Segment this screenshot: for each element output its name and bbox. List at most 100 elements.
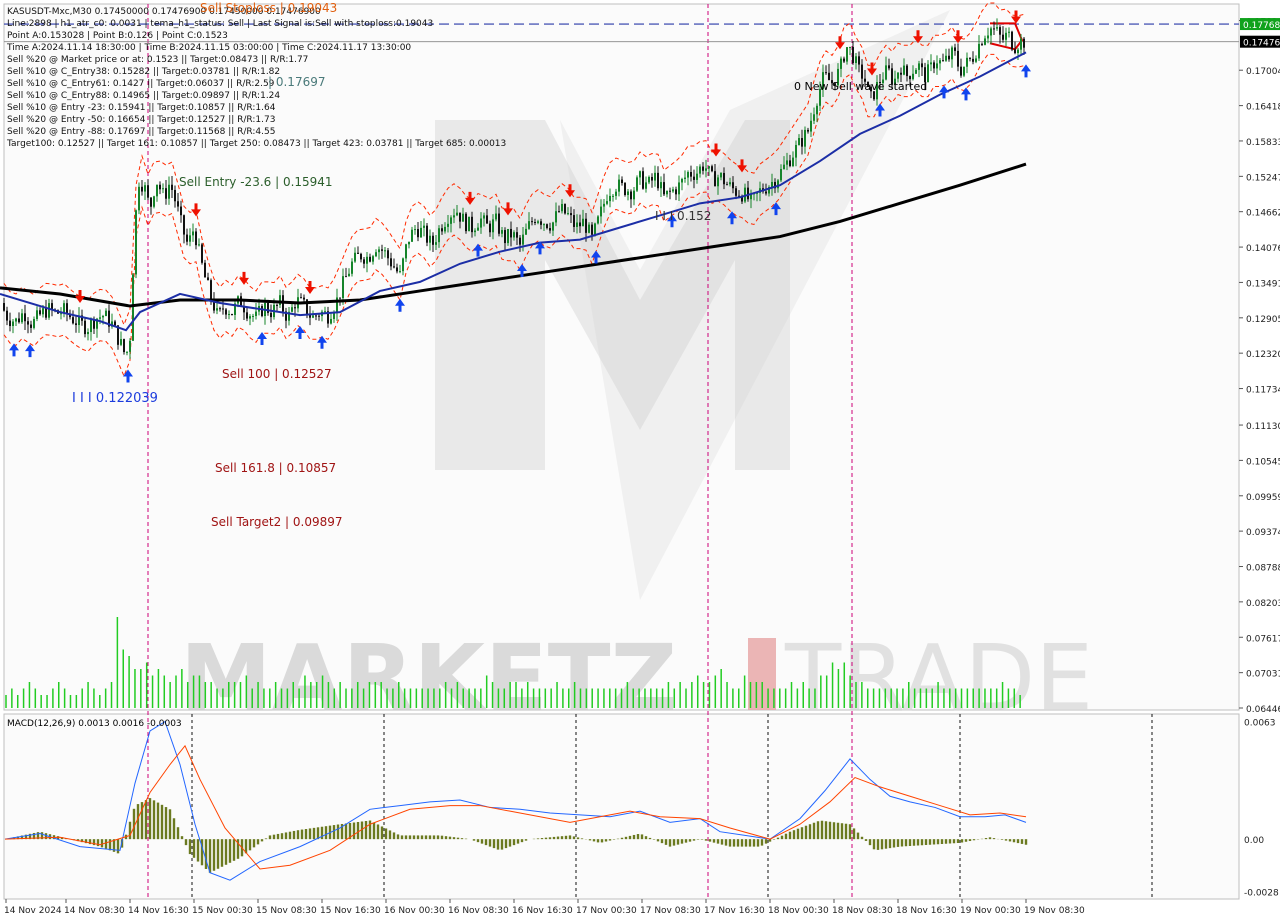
- candle-body: [453, 215, 455, 218]
- candle-body: [204, 262, 206, 278]
- header-line: Sell %20 @ Entry -50: 0.16654 || Target:…: [7, 115, 275, 125]
- header-line: Line:2898 | h1_atr_c0: 0.0031 | tema_h1_…: [7, 19, 433, 29]
- candle-body: [420, 227, 422, 238]
- candle-body: [789, 160, 791, 167]
- candle-body: [333, 313, 335, 319]
- macd-title: MACD(12,26,9) 0.0013 0.0016 -0.0003: [7, 719, 182, 729]
- candle-body: [732, 182, 734, 189]
- candle-body: [855, 56, 857, 64]
- header-line: Point A:0.153028 | Point B:0.126 | Point…: [7, 31, 228, 41]
- candle-body: [318, 315, 320, 317]
- macd-pane[interactable]: [3, 713, 1240, 900]
- candle-body: [381, 249, 383, 251]
- candle-body: [72, 317, 74, 324]
- price-axis[interactable]: 0.178260.170040.164180.158330.152470.146…: [1239, 0, 1280, 715]
- candle-body: [681, 178, 683, 183]
- candle-body: [981, 43, 983, 45]
- candle-body: [678, 182, 680, 195]
- candle-body: [18, 318, 20, 323]
- price-tick-label: 0.12320: [1246, 350, 1280, 360]
- candle-body: [918, 63, 920, 70]
- candle-body: [771, 181, 773, 188]
- candle-body: [810, 120, 812, 132]
- candle-body: [618, 179, 620, 192]
- candle-body: [528, 221, 530, 229]
- candle-body: [357, 252, 359, 254]
- candle-body: [384, 250, 386, 252]
- candle-body: [1005, 32, 1007, 40]
- candle-body: [477, 227, 479, 231]
- header-line: Sell %10 @ C_Entry61: 0.1427 || Target:0…: [7, 79, 275, 89]
- candle-body: [435, 242, 437, 245]
- chart-canvas[interactable]: MARKETZ TRADE 0.0063 0.00 -0.0028 MACD(12,2…: [0, 0, 1280, 920]
- candle-body: [621, 179, 623, 184]
- candle-body: [954, 47, 956, 51]
- header-line: Sell %10 @ C_Entry88: 0.14965 || Target:…: [7, 91, 280, 101]
- candle-body: [795, 144, 797, 158]
- candle-body: [684, 177, 686, 179]
- candle-body: [549, 228, 551, 231]
- candle-body: [102, 316, 104, 318]
- candle-body: [567, 213, 569, 215]
- candle-body: [261, 306, 263, 317]
- candle-body: [663, 182, 665, 195]
- candle-body: [840, 58, 842, 69]
- candle-body: [993, 28, 995, 30]
- candle-body: [45, 308, 47, 318]
- candle-body: [516, 232, 518, 238]
- candle-body: [1014, 49, 1016, 54]
- candle-body: [951, 47, 953, 60]
- candle-body: [597, 216, 599, 224]
- candle-body: [324, 311, 326, 313]
- candle-body: [687, 172, 689, 178]
- candle-body: [471, 216, 473, 233]
- candle-body: [201, 244, 203, 263]
- candle-body: [486, 215, 488, 224]
- time-tick-label: 19 Nov 08:30: [1024, 906, 1085, 916]
- candle-body: [963, 66, 965, 76]
- price-tick-label: 0.14662: [1246, 209, 1280, 219]
- time-tick-label: 17 Nov 16:30: [704, 906, 765, 916]
- candle-body: [84, 320, 86, 335]
- candle-body: [927, 64, 929, 83]
- candle-body: [552, 222, 554, 231]
- time-tick-label: 18 Nov 08:30: [832, 906, 893, 916]
- candle-body: [543, 224, 545, 226]
- candle-body: [906, 65, 908, 77]
- price-tick-label: 0.10545: [1246, 457, 1280, 467]
- trading-chart[interactable]: MARKETZ TRADE 0.0063 0.00 -0.0028 MACD(12,2…: [0, 0, 1280, 920]
- candle-body: [519, 237, 521, 245]
- candle-body: [945, 55, 947, 61]
- candle-body: [474, 230, 476, 233]
- macd-tick-label: 0.0063: [1244, 719, 1276, 729]
- watermark-text-left: MARKETZ: [180, 625, 677, 732]
- candle-body: [804, 129, 806, 147]
- time-tick-label: 15 Nov 08:30: [256, 906, 317, 916]
- candle-body: [126, 351, 128, 353]
- price-tick-label: 0.07617: [1246, 634, 1280, 644]
- candle-body: [723, 172, 725, 185]
- time-tick-label: 14 Nov 08:30: [64, 906, 125, 916]
- time-tick-label: 16 Nov 08:30: [448, 906, 509, 916]
- candle-body: [576, 222, 578, 227]
- price-tick-label: 0.11130: [1246, 422, 1280, 432]
- candle-body: [546, 224, 548, 229]
- candle-body: [915, 69, 917, 74]
- candle-body: [624, 183, 626, 195]
- candle-body: [30, 324, 32, 328]
- candle-body: [498, 213, 500, 234]
- time-tick-label: 18 Nov 00:30: [768, 906, 829, 916]
- candle-body: [852, 46, 854, 64]
- sell-entry-label: Sell Entry -23.6 | 0.15941: [179, 175, 333, 189]
- price-tick-label: 0.09959: [1246, 493, 1280, 503]
- candle-body: [225, 309, 227, 315]
- time-tick-label: 16 Nov 16:30: [512, 906, 573, 916]
- candle-body: [450, 217, 452, 224]
- candle-body: [984, 38, 986, 45]
- candle-body: [6, 310, 8, 321]
- candle-body: [414, 229, 416, 231]
- candle-body: [648, 176, 650, 183]
- candle-body: [228, 314, 230, 316]
- header-line: Time A:2024.11.14 18:30:00 | Time B:2024…: [6, 43, 411, 53]
- candle-body: [342, 276, 344, 299]
